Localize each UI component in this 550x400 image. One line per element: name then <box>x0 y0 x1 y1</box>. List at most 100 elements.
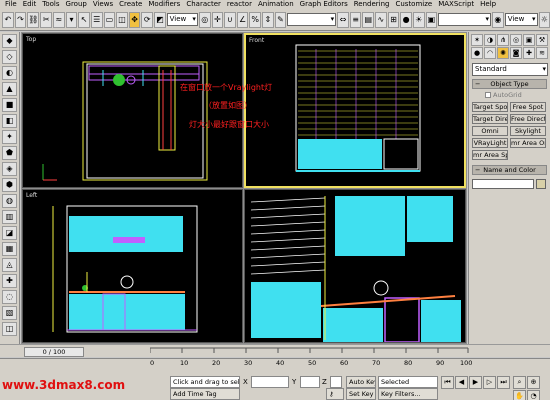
next-frame-icon[interactable]: ▷ <box>483 376 496 389</box>
target-direct-button[interactable]: Target Direct <box>472 114 508 124</box>
lights-icon[interactable]: ✺ <box>497 47 509 59</box>
set-key-button[interactable]: Set Key <box>346 388 376 400</box>
object-color-swatch[interactable] <box>536 179 546 189</box>
play-icon[interactable]: ▶ <box>469 376 482 389</box>
align-icon[interactable]: ≡ <box>349 11 362 28</box>
zoom-all-icon[interactable]: ⊕ <box>527 376 540 389</box>
zoom-icon[interactable]: ⌕ <box>513 376 526 389</box>
redo-icon[interactable]: ↷ <box>14 11 27 28</box>
y-coord-field[interactable] <box>300 376 320 388</box>
tool-icon-7[interactable]: ✦ <box>2 130 17 144</box>
auto-key-button[interactable]: Auto Key <box>346 376 376 388</box>
orbit-icon[interactable]: ◔ <box>527 390 540 400</box>
tool-icon-2[interactable]: ◇ <box>2 50 17 64</box>
vraylight-button[interactable]: VRayLight <box>472 138 508 148</box>
tool-icon-13[interactable]: ◪ <box>2 226 17 240</box>
tool-icon-3[interactable]: ◐ <box>2 66 17 80</box>
mr-area-omni-button[interactable]: mr Area Omni <box>510 138 546 148</box>
menu-views[interactable]: Views <box>90 0 116 9</box>
free-spot-button[interactable]: Free Spot <box>510 102 546 112</box>
x-coord-field[interactable] <box>251 376 289 388</box>
viewport-perspective[interactable] <box>244 189 466 343</box>
selection-filter-icon[interactable]: ▾ <box>65 11 78 28</box>
unlink-icon[interactable]: ✂ <box>40 11 53 28</box>
skylight-button[interactable]: Skylight <box>510 126 546 136</box>
render-scene-icon[interactable]: ☀ <box>412 11 425 28</box>
angle-snap-icon[interactable]: ∠ <box>236 11 249 28</box>
create-tab-icon[interactable]: ✶ <box>471 34 483 46</box>
reference-coord-dropdown[interactable]: View <box>166 13 198 26</box>
object-name-field[interactable] <box>472 179 534 189</box>
bind-space-warp-icon[interactable]: ≈ <box>53 11 65 28</box>
free-direct-button[interactable]: Free Direct <box>510 114 546 124</box>
menu-animation[interactable]: Animation <box>255 0 297 9</box>
quick-render-icon[interactable]: ▣ <box>425 11 438 28</box>
tool-icon-1[interactable]: ◆ <box>2 34 17 48</box>
menu-graph-editors[interactable]: Graph Editors <box>297 0 351 9</box>
schematic-view-icon[interactable]: ⊞ <box>387 11 400 28</box>
key-icon[interactable]: ⚷ <box>326 388 344 400</box>
geometry-icon[interactable]: ● <box>471 47 483 59</box>
tool-icon-19[interactable]: ◫ <box>2 322 17 336</box>
window-crossing-icon[interactable]: ◫ <box>116 11 128 28</box>
helpers-icon[interactable]: ✚ <box>523 47 535 59</box>
target-spot-button[interactable]: Target Spot <box>472 102 508 112</box>
named-selection-set-dropdown[interactable] <box>287 13 337 26</box>
tool-icon-11[interactable]: ◍ <box>2 194 17 208</box>
shapes-icon[interactable]: ◠ <box>484 47 496 59</box>
tool-icon-4[interactable]: ▲ <box>2 82 17 96</box>
named-selection-icon[interactable]: ✎ <box>274 11 287 28</box>
modify-tab-icon[interactable]: ◑ <box>484 34 496 46</box>
key-selection-dropdown[interactable]: Selected <box>378 376 438 388</box>
omni-button[interactable]: Omni <box>472 126 508 136</box>
viewport-front[interactable]: Front <box>244 33 466 188</box>
select-scale-icon[interactable]: ◩ <box>154 11 166 28</box>
time-slider[interactable]: 0 / 100 <box>24 347 84 357</box>
menu-tools[interactable]: Tools <box>39 0 62 9</box>
menu-modifiers[interactable]: Modifiers <box>145 0 183 9</box>
z-coord-field[interactable] <box>330 376 342 388</box>
tool-icon-16[interactable]: ✚ <box>2 274 17 288</box>
select-move-icon[interactable]: ✥ <box>128 11 141 28</box>
menu-group[interactable]: Group <box>63 0 90 9</box>
tool-icon-12[interactable]: ▥ <box>2 210 17 224</box>
tool-icon-9[interactable]: ◈ <box>2 162 17 176</box>
percent-snap-icon[interactable]: % <box>249 11 262 28</box>
name-color-rollup[interactable]: − Name and Color <box>472 165 547 175</box>
display-tab-icon[interactable]: ▣ <box>523 34 535 46</box>
tool-icon-17[interactable]: ◌ <box>2 290 17 304</box>
menu-rendering[interactable]: Rendering <box>351 0 393 9</box>
select-object-icon[interactable]: ↖ <box>78 11 90 28</box>
add-time-tag-button[interactable]: Add Time Tag <box>170 388 240 400</box>
render-type-dropdown[interactable] <box>438 13 492 26</box>
link-icon[interactable]: ⛓ <box>27 11 40 28</box>
menu-customize[interactable]: Customize <box>392 0 435 9</box>
select-rotate-icon[interactable]: ⟳ <box>141 11 154 28</box>
snap-toggle-icon[interactable]: ∪ <box>224 11 236 28</box>
menu-create[interactable]: Create <box>116 0 145 9</box>
view-dropdown-right[interactable]: View <box>504 13 538 26</box>
pan-icon[interactable]: ✋ <box>513 390 526 400</box>
tool-icon-18[interactable]: ▧ <box>2 306 17 320</box>
utilities-tab-icon[interactable]: ⚒ <box>536 34 548 46</box>
menu-edit[interactable]: Edit <box>20 0 40 9</box>
select-manipulate-icon[interactable]: ✛ <box>211 11 224 28</box>
tool-icon-8[interactable]: ⬟ <box>2 146 17 160</box>
material-editor-icon[interactable]: ● <box>400 11 412 28</box>
select-by-name-icon[interactable]: ☰ <box>90 11 103 28</box>
tool-icon-6[interactable]: ◧ <box>2 114 17 128</box>
tool-icon-15[interactable]: ◬ <box>2 258 17 272</box>
cameras-icon[interactable]: ◙ <box>510 47 522 59</box>
curve-editor-icon[interactable]: ∿ <box>375 11 387 28</box>
menu-file[interactable]: File <box>2 0 20 9</box>
spinner-snap-icon[interactable]: ⇕ <box>262 11 274 28</box>
go-to-start-icon[interactable]: ⏮ <box>441 376 454 389</box>
hierarchy-tab-icon[interactable]: ⋔ <box>497 34 509 46</box>
render-icon[interactable]: ☼ <box>538 11 550 28</box>
mirror-icon[interactable]: ⇔ <box>337 11 349 28</box>
object-type-rollup[interactable]: − Object Type <box>472 79 547 89</box>
pivot-center-icon[interactable]: ◎ <box>198 11 211 28</box>
menu-maxscript[interactable]: MAXScript <box>435 0 477 9</box>
space-warps-icon[interactable]: ≋ <box>536 47 548 59</box>
render-last-icon[interactable]: ◉ <box>492 11 504 28</box>
